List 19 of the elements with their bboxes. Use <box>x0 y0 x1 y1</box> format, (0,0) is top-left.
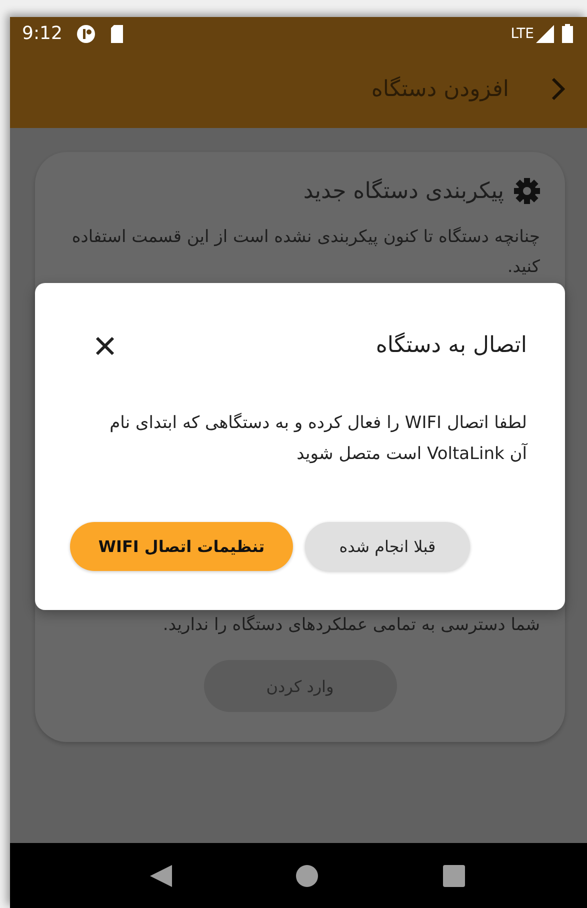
close-icon[interactable] <box>95 336 115 356</box>
gear-icon <box>514 178 540 204</box>
card-title: پیکربندی دستگاه جدید <box>303 178 504 204</box>
home-icon[interactable] <box>296 864 318 886</box>
dialog-message: لطفا اتصال WIFI را فعال کرده و به دستگاهی که ابتدای نام آن VoltaLink است متصل شوید <box>108 412 527 466</box>
battery-icon <box>562 24 573 43</box>
notification-icon <box>76 24 96 44</box>
network-type: LTE <box>510 26 534 42</box>
sd-card-icon <box>110 24 124 42</box>
already-done-button[interactable]: قبلا انجام شده <box>305 522 470 571</box>
wifi-settings-button[interactable]: تنظیمات اتصال WIFI <box>70 522 293 571</box>
back-icon[interactable] <box>150 864 172 886</box>
signal-icon <box>536 24 554 42</box>
recents-icon[interactable] <box>442 864 465 886</box>
card-note: شما دسترسی به تمامی عملکردهای دستگاه را ندارید. <box>162 614 540 637</box>
dialog-title: اتصال به دستگاه <box>376 333 527 358</box>
card-description: چنانچه دستگاه تا کنون پیکربندی نشده است از این قسمت استفاده کنید. <box>70 226 540 279</box>
status-time: 9:12 <box>22 23 62 44</box>
page-title: افزودن دستگاه <box>371 76 509 102</box>
